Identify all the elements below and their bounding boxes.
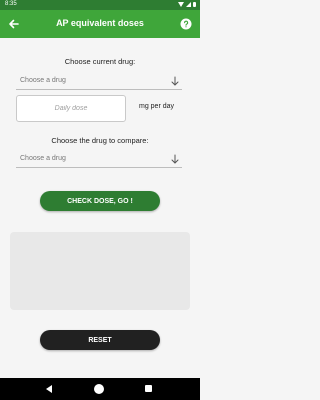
system-nav-bar bbox=[0, 378, 200, 400]
nav-back-icon[interactable] bbox=[44, 384, 54, 394]
daily-dose-input[interactable] bbox=[17, 96, 125, 121]
status-icons bbox=[178, 2, 196, 7]
current-drug-select-text: Choose a drug bbox=[20, 77, 66, 84]
nav-home-icon[interactable] bbox=[94, 384, 104, 394]
compare-drug-label: Choose the drug to compare: bbox=[51, 136, 149, 145]
result-panel bbox=[10, 232, 190, 310]
current-drug-select[interactable]: Choose a drug bbox=[16, 75, 182, 90]
compare-drug-select-text: Choose a drug bbox=[20, 155, 66, 162]
help-button[interactable] bbox=[176, 14, 196, 34]
battery-icon bbox=[193, 2, 196, 7]
nav-recents-icon[interactable] bbox=[145, 385, 152, 392]
status-time: 8:35 bbox=[5, 1, 17, 7]
arrow-down-icon bbox=[171, 76, 179, 86]
app-bar: AP equivalent doses bbox=[0, 10, 200, 38]
check-dose-button[interactable]: CHECK DOSE, GO ! bbox=[40, 191, 160, 211]
daily-dose-field[interactable] bbox=[16, 95, 126, 122]
dose-unit-label: mg per day bbox=[139, 103, 175, 110]
status-bar: 8:35 bbox=[0, 0, 200, 10]
reset-button[interactable]: RESET bbox=[40, 330, 160, 350]
page-title: AP equivalent doses bbox=[56, 18, 144, 28]
help-icon bbox=[180, 18, 192, 30]
signal-icon bbox=[186, 2, 191, 7]
wifi-icon bbox=[178, 2, 184, 7]
compare-drug-select[interactable]: Choose a drug bbox=[16, 153, 182, 168]
current-drug-label: Choose current drug: bbox=[64, 57, 136, 66]
arrow-down-icon bbox=[171, 154, 179, 164]
